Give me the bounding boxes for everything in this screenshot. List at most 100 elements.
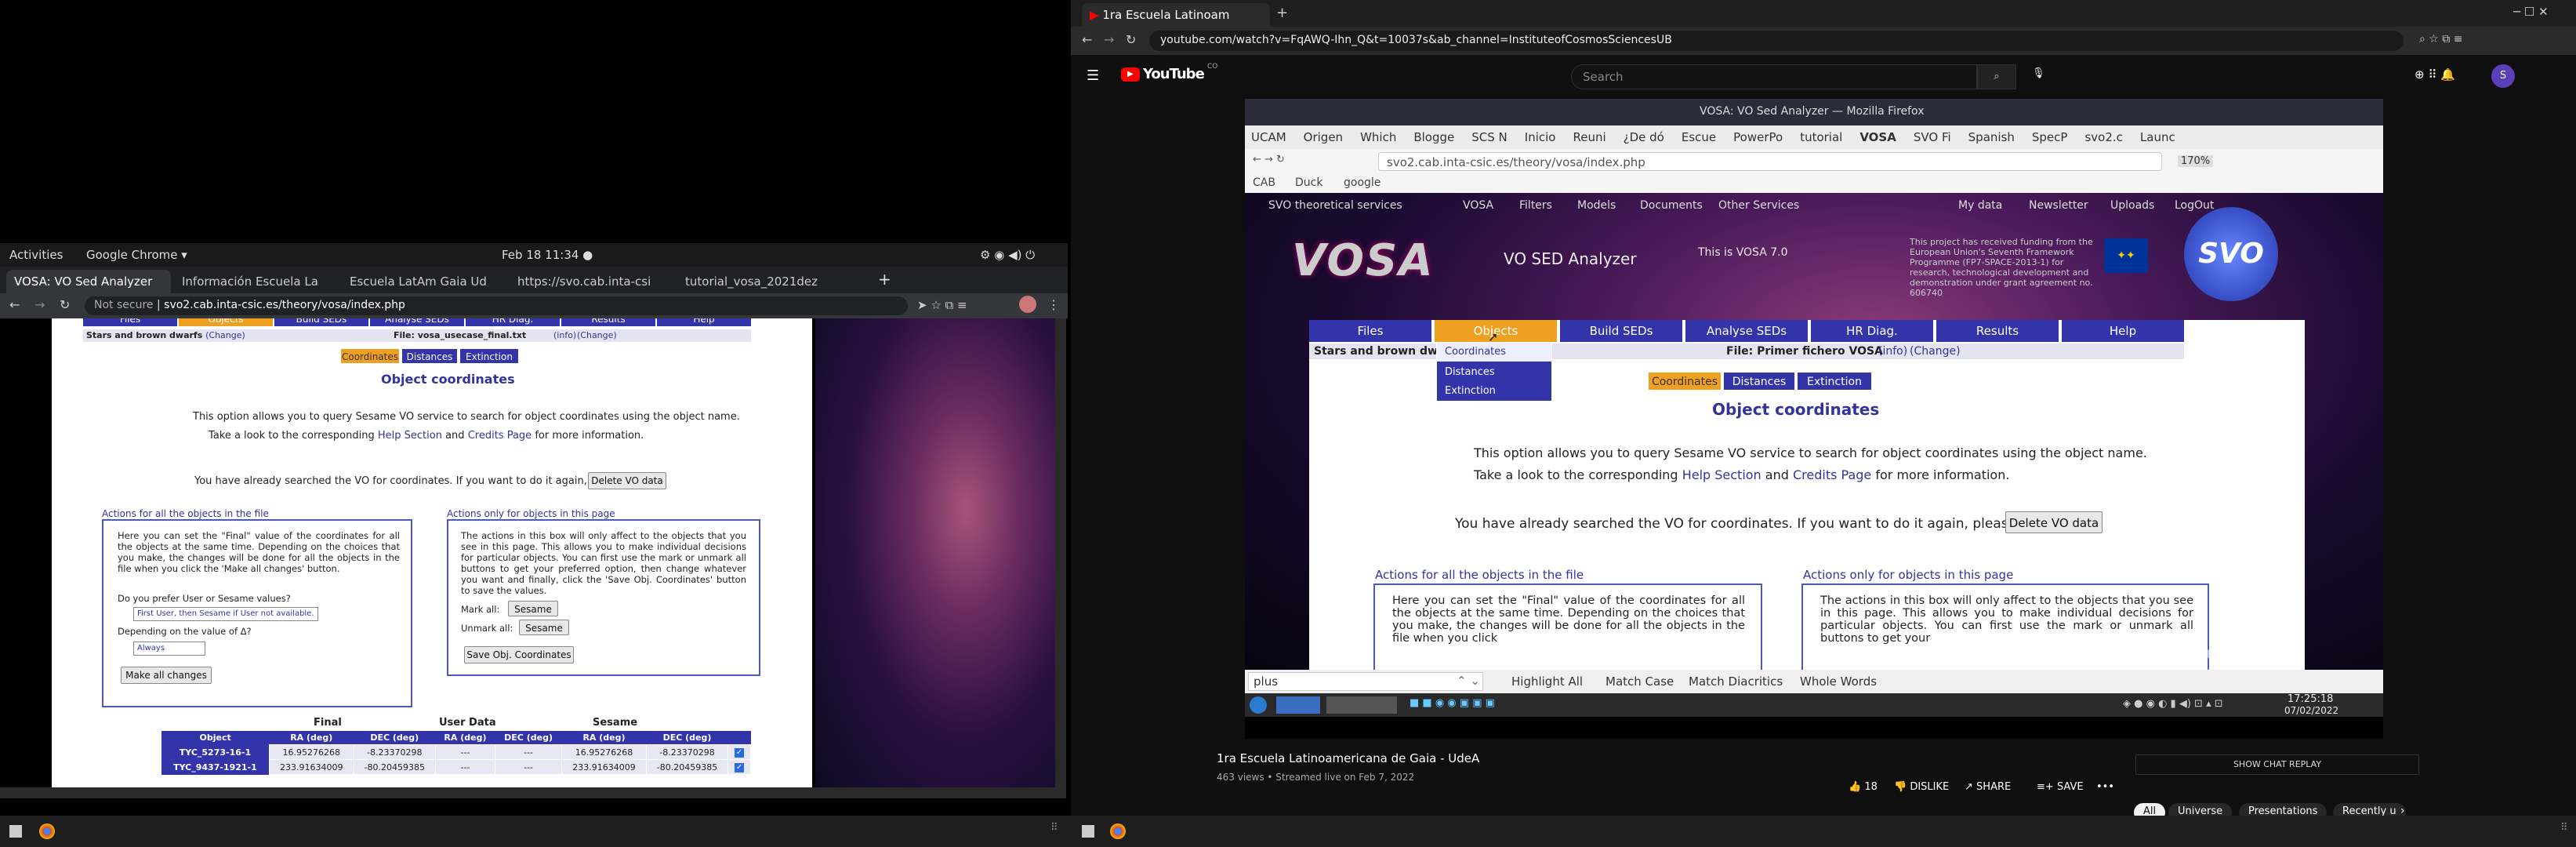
- svo-nav-item[interactable]: LogOut: [2175, 199, 2214, 212]
- nav-analyse-seds[interactable]: Analyse SEDs: [1685, 320, 1808, 342]
- credits-page-link[interactable]: Credits Page: [468, 430, 532, 442]
- video-player[interactable]: VOSA: VO Sed Analyzer — Mozilla Firefox …: [1245, 99, 2383, 739]
- header-icons[interactable]: ⊕ ⠿ 🔔: [2415, 67, 2455, 82]
- change-file-link[interactable]: (Change): [577, 330, 617, 340]
- vertical-scrollbar[interactable]: [1055, 318, 1066, 798]
- save-button[interactable]: ≡+ SAVE: [2037, 781, 2084, 793]
- chrome-icon[interactable]: [39, 823, 55, 839]
- chrome-icon[interactable]: [1110, 823, 1126, 839]
- nav-build-seds[interactable]: Build SEDs: [1560, 320, 1682, 342]
- bookmark[interactable]: CAB: [1253, 176, 1275, 189]
- svo-nav-item[interactable]: Documents: [1640, 199, 1703, 212]
- new-tab-icon[interactable]: +: [1276, 5, 1288, 21]
- avatar[interactable]: S: [2491, 64, 2515, 88]
- info-link[interactable]: (info): [1878, 345, 1907, 358]
- nav-results[interactable]: Results: [561, 318, 655, 326]
- ff-tab[interactable]: svo2.c: [2084, 130, 2122, 144]
- help-section-link[interactable]: Help Section: [1682, 467, 1761, 482]
- svo-nav-item[interactable]: Models: [1577, 199, 1616, 212]
- svo-nav-item[interactable]: Filters: [1519, 199, 1552, 212]
- subtab-distances[interactable]: Distances: [401, 348, 458, 364]
- ff-tab[interactable]: Launc: [2140, 130, 2175, 144]
- dropdown-distances[interactable]: Distances: [1437, 363, 1551, 382]
- row-checkbox[interactable]: ✓: [727, 759, 751, 775]
- app-menu[interactable]: Google Chrome ▾: [86, 248, 187, 262]
- help-section-link[interactable]: Help Section: [378, 430, 442, 442]
- tab-tutorial[interactable]: tutorial_vosa_2021dez: [677, 270, 858, 293]
- panel-launchers-icon[interactable]: ■ ■ ◉ ◉ ▣ ▣ ▣: [1410, 697, 1495, 709]
- ff-tab[interactable]: Origen: [1304, 130, 1343, 144]
- delete-vo-data-button[interactable]: Delete VO data: [588, 472, 666, 489]
- find-option[interactable]: Match Diacritics: [1689, 674, 1783, 689]
- hamburger-menu-icon[interactable]: ☰: [1087, 67, 1099, 84]
- clock[interactable]: Feb 18 11:34 ●: [502, 248, 593, 262]
- nav-help[interactable]: Help: [657, 318, 751, 326]
- back-icon[interactable]: ←: [1082, 32, 1092, 47]
- ff-tab[interactable]: SVO Fi: [1914, 130, 1951, 144]
- extensions-icon[interactable]: ➤ ☆ ⧉ ≡: [917, 298, 967, 312]
- dropdown-extinction[interactable]: Extinction: [1437, 382, 1551, 401]
- reload-icon[interactable]: ↻: [1126, 32, 1136, 47]
- subtab-extinction[interactable]: Extinction: [459, 348, 519, 364]
- ff-tab[interactable]: Reuni: [1573, 130, 1605, 144]
- always-select[interactable]: Always: [133, 642, 205, 656]
- dislike-button[interactable]: 👎 DISLIKE: [1894, 781, 1949, 793]
- save-obj-coordinates-button[interactable]: Save Obj. Coordinates: [464, 646, 574, 663]
- ff-tab[interactable]: UCAM: [1251, 130, 1286, 144]
- nav-objects[interactable]: Objects: [179, 318, 273, 326]
- toolbar-icons[interactable]: ⌕ ☆ ⧉ ≡: [2419, 33, 2462, 45]
- ff-tab[interactable]: Inicio: [1525, 130, 1556, 144]
- svo-nav-item[interactable]: SVO theoretical services: [1268, 199, 1402, 212]
- row-checkbox[interactable]: ✓: [727, 744, 751, 760]
- ff-tab[interactable]: tutorial: [1800, 130, 1842, 144]
- forward-icon[interactable]: →: [1104, 32, 1114, 47]
- bookmark[interactable]: Duck: [1295, 176, 1322, 189]
- subtab-coordinates[interactable]: Coordinates: [1648, 372, 1722, 391]
- back-icon[interactable]: ←: [9, 297, 20, 312]
- tray-icons[interactable]: ◈ ● ◉ ◐ ▮ ◀) ⊡ ▴ ⊡: [2123, 698, 2223, 710]
- ff-tab[interactable]: ¿De dó: [1624, 130, 1664, 144]
- tab-svo[interactable]: https://svo.cab.inta-csi: [510, 270, 674, 293]
- ff-tab[interactable]: SpecP: [2032, 130, 2068, 144]
- bookmark[interactable]: google: [1344, 176, 1381, 189]
- show-desktop-icon[interactable]: [1082, 825, 1094, 838]
- menu-icon[interactable]: [1250, 696, 1267, 714]
- mark-all-sesame-button[interactable]: Sesame: [508, 601, 558, 616]
- prefer-select[interactable]: First User, then Sesame if User not avai…: [133, 607, 318, 621]
- ff-tab[interactable]: Spanish: [1968, 130, 2015, 144]
- show-desktop-icon[interactable]: [9, 825, 22, 838]
- avatar[interactable]: [1019, 296, 1036, 313]
- find-arrows-icon[interactable]: ⌃ ⌄: [1457, 674, 1480, 688]
- workspace-icon[interactable]: [1326, 696, 1397, 714]
- workspace-switcher-icon[interactable]: ⠿: [2560, 822, 2568, 834]
- subtab-coordinates[interactable]: Coordinates: [340, 348, 400, 364]
- change-link[interactable]: (Change): [205, 330, 245, 340]
- search-input[interactable]: Search: [1571, 64, 1977, 89]
- horizontal-scrollbar[interactable]: [0, 787, 1055, 798]
- tab-vosa[interactable]: VOSA: VO Sed Analyzer: [6, 270, 171, 293]
- ff-nav-icons[interactable]: ← → ↻: [1253, 154, 1285, 165]
- more-actions-icon[interactable]: •••: [2096, 781, 2114, 793]
- dropdown-coordinates[interactable]: Coordinates: [1437, 343, 1551, 362]
- credits-page-link[interactable]: Credits Page: [1793, 467, 1871, 482]
- find-option[interactable]: Highlight All: [1511, 674, 1583, 689]
- svo-nav-item[interactable]: Newsletter: [2029, 199, 2088, 212]
- ff-tab[interactable]: SCS N: [1471, 130, 1508, 144]
- delete-vo-data-button[interactable]: Delete VO data: [2005, 511, 2103, 533]
- workspace-icon[interactable]: [1276, 696, 1320, 714]
- subtab-distances[interactable]: Distances: [1723, 372, 1795, 391]
- nav-results[interactable]: Results: [1936, 320, 2059, 342]
- ff-tab[interactable]: PowerPo: [1733, 130, 1783, 144]
- search-icon[interactable]: ⌕: [1977, 64, 2016, 89]
- activities-button[interactable]: Activities: [9, 248, 63, 262]
- make-all-changes-button[interactable]: Make all changes: [121, 667, 212, 684]
- system-tray-icons[interactable]: ⚙ ◉ ◀) ⏻: [980, 248, 1035, 262]
- youtube-logo-icon[interactable]: ▶: [1121, 67, 1140, 82]
- nav-files[interactable]: Files: [1309, 320, 1431, 342]
- ff-address-bar[interactable]: svo2.cab.inta-csic.es/theory/vosa/index.…: [1378, 152, 2162, 171]
- ff-zoom[interactable]: 170%: [2178, 155, 2214, 167]
- find-option[interactable]: Whole Words: [1800, 674, 1877, 689]
- nav-analyse-seds[interactable]: Analyse SEDs: [370, 318, 464, 326]
- tab-informacion[interactable]: Información Escuela La: [174, 270, 339, 293]
- nav-hr-diag[interactable]: HR Diag.: [466, 318, 560, 326]
